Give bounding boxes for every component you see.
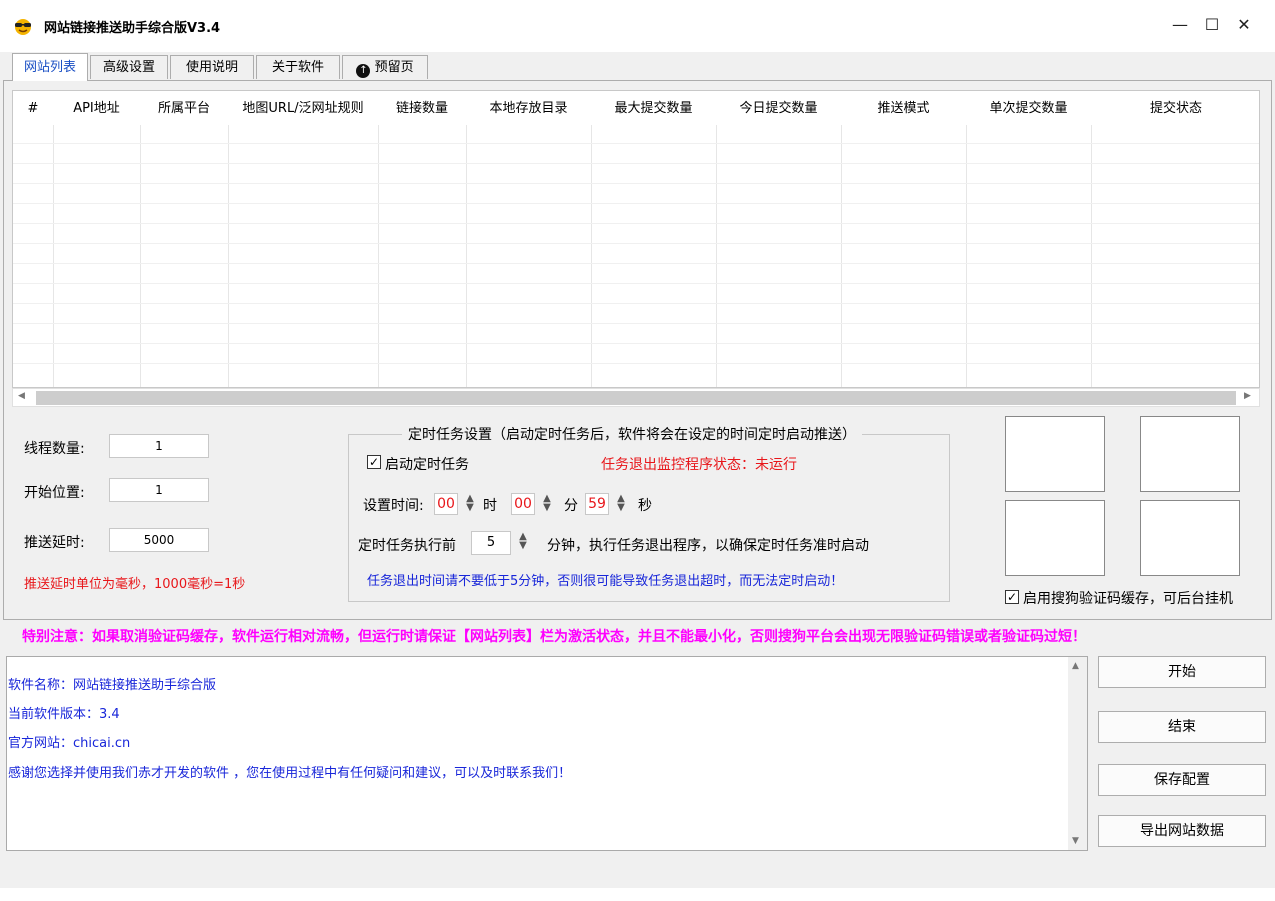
hour-spinner-arrows[interactable]: ▲ ▼ xyxy=(464,494,476,513)
column-header-submit-status[interactable]: 提交状态 xyxy=(1091,91,1259,125)
column-header-push-mode[interactable]: 推送模式 xyxy=(841,91,966,125)
app-logo-icon xyxy=(12,15,34,37)
second-spinner[interactable]: 59 xyxy=(585,493,609,515)
special-notice: 特别注意：如果取消验证码缓存，软件运行相对流畅，但运行时请保证【网站列表】栏为激… xyxy=(22,629,1086,645)
website-table[interactable]: # API地址 所属平台 地图URL/泛网址规则 链接数量 本地存放目录 最大提… xyxy=(12,90,1260,388)
minute-unit: 分 xyxy=(564,498,578,514)
schedule-group-title: 定时任务设置（启动定时任务后，软件将会在设定的时间定时启动推送） xyxy=(402,424,862,444)
minute-spinner[interactable]: 00 xyxy=(511,493,535,515)
hour-unit: 时 xyxy=(483,498,497,514)
table-header: # API地址 所属平台 地图URL/泛网址规则 链接数量 本地存放目录 最大提… xyxy=(13,91,1259,125)
minimize-button[interactable]: — xyxy=(1164,10,1196,40)
threads-label: 线程数量: xyxy=(24,441,85,457)
schedule-warning: 任务退出时间请不要低于5分钟，否则很可能导致任务退出超时，而无法定时启动！ xyxy=(367,574,844,589)
scroll-down-icon[interactable]: ▼ xyxy=(1072,836,1079,846)
captcha-image-1 xyxy=(1005,416,1105,492)
stop-button[interactable]: 结束 xyxy=(1098,711,1266,743)
enable-schedule-label[interactable]: 启动定时任务 xyxy=(385,454,469,474)
enable-schedule-checkbox[interactable]: ✓ xyxy=(367,455,381,469)
tab-reserved-label: 预留页 xyxy=(374,60,414,75)
before-exit-suffix: 分钟，执行任务退出程序，以确保定时任务准时启动 xyxy=(547,538,869,554)
log-vertical-scrollbar[interactable] xyxy=(1068,657,1087,850)
captcha-cache-checkbox[interactable]: ✓ xyxy=(1005,590,1019,604)
log-line: 软件名称：网站链接推送助手综合版 xyxy=(8,678,217,693)
hour-spinner[interactable]: 00 xyxy=(434,493,458,515)
scroll-left-icon[interactable]: ◀ xyxy=(18,391,25,401)
save-config-button[interactable]: 保存配置 xyxy=(1098,764,1266,796)
maximize-button[interactable]: ☐ xyxy=(1196,10,1228,40)
push-delay-input[interactable]: 5000 xyxy=(109,528,209,552)
column-header-api[interactable]: API地址 xyxy=(53,91,140,125)
before-exit-label: 定时任务执行前 xyxy=(358,538,456,554)
tab-about[interactable]: 关于软件 xyxy=(256,55,340,79)
window-title: 网站链接推送助手综合版V3.4 xyxy=(44,21,221,36)
scroll-right-icon[interactable]: ▶ xyxy=(1244,391,1251,401)
column-header-sitemap-url[interactable]: 地图URL/泛网址规则 xyxy=(228,91,378,125)
export-data-button[interactable]: 导出网站数据 xyxy=(1098,815,1266,847)
second-spinner-arrows[interactable]: ▲ ▼ xyxy=(615,494,627,513)
second-unit: 秒 xyxy=(638,498,652,514)
column-header-platform[interactable]: 所属平台 xyxy=(140,91,228,125)
captcha-image-3 xyxy=(1005,500,1105,576)
column-header-today-submit[interactable]: 今日提交数量 xyxy=(716,91,841,125)
start-button[interactable]: 开始 xyxy=(1098,656,1266,688)
threads-input[interactable]: 1 xyxy=(109,434,209,458)
column-header-batch-submit[interactable]: 单次提交数量 xyxy=(966,91,1091,125)
tab-advanced-settings[interactable]: 高级设置 xyxy=(90,55,168,79)
tab-instructions[interactable]: 使用说明 xyxy=(170,55,254,79)
set-time-label: 设置时间: xyxy=(363,498,424,514)
column-header-link-count[interactable]: 链接数量 xyxy=(378,91,466,125)
before-exit-minutes-input[interactable]: 5 xyxy=(471,531,511,555)
push-delay-label: 推送延时: xyxy=(24,535,85,551)
start-position-input[interactable]: 1 xyxy=(109,478,209,502)
log-line: 当前软件版本：3.4 xyxy=(8,707,120,722)
captcha-cache-label[interactable]: 启用搜狗验证码缓存，可后台挂机 xyxy=(1023,588,1233,608)
before-exit-spinner-arrows[interactable]: ▲ ▼ xyxy=(517,532,529,551)
arrow-up-circle-icon: ↑ xyxy=(356,64,371,78)
close-button[interactable]: ✕ xyxy=(1228,10,1260,40)
tab-website-list[interactable]: 网站列表 xyxy=(12,53,88,81)
captcha-image-2 xyxy=(1140,416,1240,492)
push-delay-note: 推送延时单位为毫秒，1000毫秒=1秒 xyxy=(24,577,246,592)
minute-spinner-arrows[interactable]: ▲ ▼ xyxy=(541,494,553,513)
start-position-label: 开始位置: xyxy=(24,485,85,501)
scrollbar-thumb[interactable] xyxy=(36,391,1236,405)
monitor-status-text: 任务退出监控程序状态：未运行 xyxy=(601,457,797,473)
column-header-index[interactable]: # xyxy=(13,91,53,125)
captcha-image-4 xyxy=(1140,500,1240,576)
log-line: 官方网站：chicai.cn xyxy=(8,736,131,751)
tab-reserved[interactable]: ↑ 预留页 xyxy=(342,55,428,79)
log-line: 感谢您选择并使用我们赤才开发的软件 ，您在使用过程中有任何疑问和建议，可以及时联… xyxy=(8,766,572,781)
column-header-max-submit[interactable]: 最大提交数量 xyxy=(591,91,716,125)
column-header-local-dir[interactable]: 本地存放目录 xyxy=(466,91,591,125)
status-strip xyxy=(0,888,1275,901)
scroll-up-icon[interactable]: ▲ xyxy=(1072,661,1079,671)
